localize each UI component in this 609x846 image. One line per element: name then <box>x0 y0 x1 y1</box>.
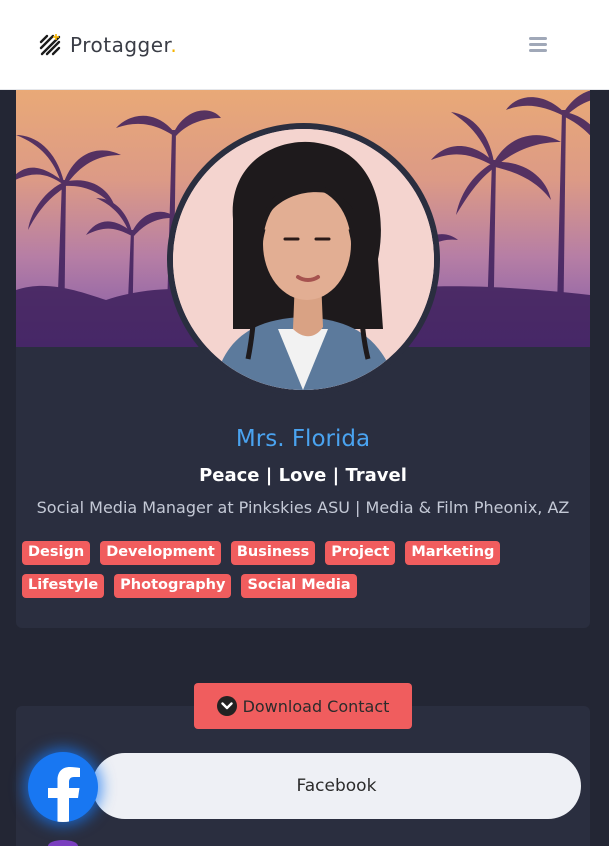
profile-card: Mrs. Florida Peace | Love | Travel Socia… <box>16 90 590 628</box>
avatar-ring <box>167 123 440 396</box>
tag-project[interactable]: Project <box>325 541 396 565</box>
profile-tagline: Peace | Love | Travel <box>199 465 407 486</box>
tag-design[interactable]: Design <box>22 541 91 565</box>
tag-lifestyle[interactable]: Lifestyle <box>22 574 105 598</box>
top-navbar: Protagger. <box>0 0 609 90</box>
profile-photo <box>173 129 434 390</box>
tag-social-media[interactable]: Social Media <box>241 574 357 598</box>
download-contact-label: Download Contact <box>242 696 390 716</box>
profile-bio: Social Media Manager at Pinkskies ASU | … <box>36 498 570 517</box>
facebook-link-button[interactable]: Facebook <box>92 753 581 819</box>
chevron-down-circle-icon <box>216 696 237 716</box>
brand-logo[interactable]: Protagger. <box>38 33 177 57</box>
tag-photography[interactable]: Photography <box>114 574 232 598</box>
tag-marketing[interactable]: Marketing <box>405 541 501 565</box>
profile-name: Mrs. Florida <box>235 426 371 452</box>
logo-mark-icon <box>39 34 61 56</box>
facebook-link-label: Facebook <box>296 776 377 796</box>
next-link-icon[interactable] <box>48 840 78 846</box>
logo-text: Protagger. <box>70 33 178 57</box>
tag-business[interactable]: Business <box>230 541 316 565</box>
hamburger-icon[interactable] <box>529 37 547 53</box>
tag-development[interactable]: Development <box>100 541 221 565</box>
tag-list: Design Development Business Project Mark… <box>22 541 582 598</box>
facebook-icon[interactable] <box>28 752 98 822</box>
avatar[interactable] <box>173 129 434 390</box>
download-contact-button[interactable]: Download Contact <box>194 683 412 729</box>
